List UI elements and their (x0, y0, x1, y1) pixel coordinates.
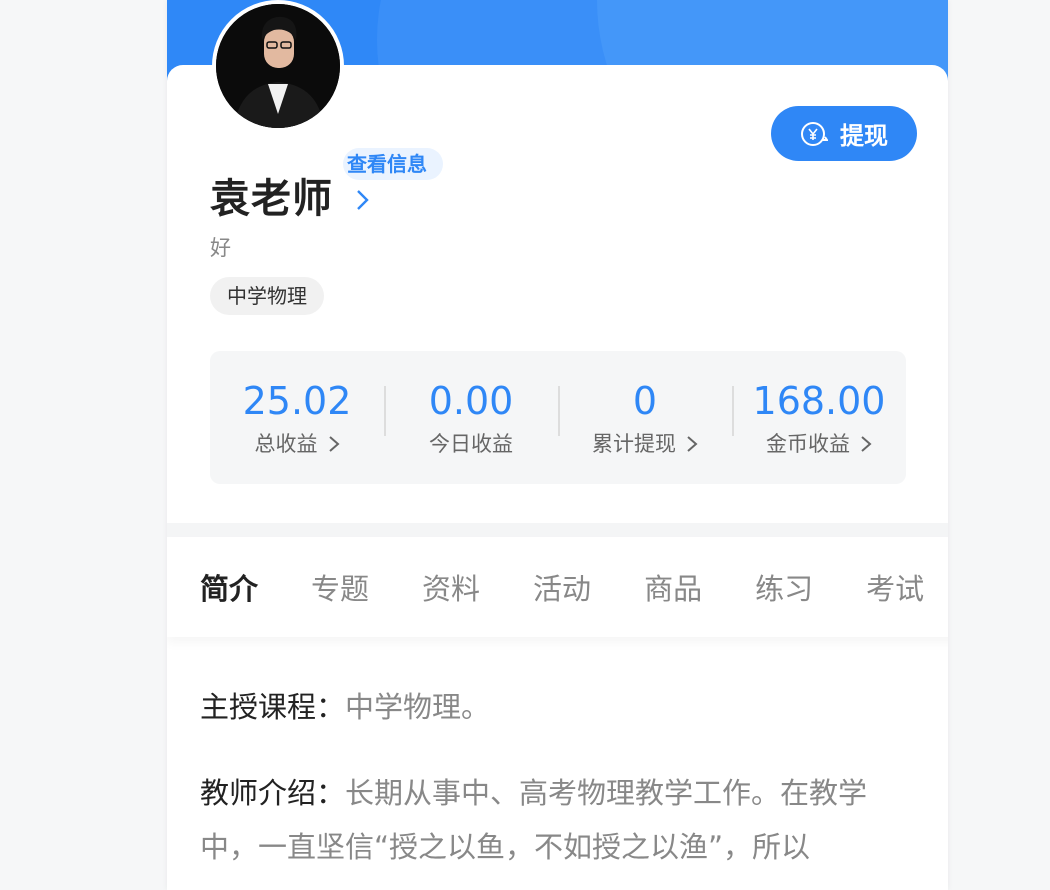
stat-coin-earnings[interactable]: 168.00 金币收益 (732, 378, 906, 458)
tab-topics[interactable]: 专题 (311, 566, 369, 608)
course-value: 中学物理。 (345, 690, 491, 724)
view-info-link[interactable]: 查看信息 (343, 148, 443, 180)
avatar[interactable] (212, 0, 344, 132)
withdraw-button[interactable]: 提现 (771, 106, 917, 161)
tab-practice[interactable]: 练习 (755, 566, 813, 608)
stat-total-earnings[interactable]: 25.02 总收益 (210, 378, 384, 458)
stat-value: 25.02 (242, 378, 352, 423)
yen-exchange-icon (800, 120, 829, 148)
stat-label: 金币收益 (766, 431, 850, 456)
tab-products[interactable]: 商品 (644, 566, 702, 608)
stat-value: 0 (632, 378, 658, 423)
profile-tabs: 简介 专题 资料 活动 商品 练习 考试 (167, 537, 948, 637)
chevron-right-icon (686, 434, 698, 452)
teacher-paragraph: 教师介绍：长期从事中、高考物理教学工作。在教学中，一直坚信“授之以鱼，不如授之以… (200, 766, 925, 874)
section-divider (167, 523, 948, 537)
stat-value: 168.00 (752, 378, 886, 423)
profile-screen: 提现 袁老师 查看信息 好 中学物理 25.02 总收益 0.00 今日收益 0… (167, 0, 948, 890)
tab-exams[interactable]: 考试 (866, 566, 924, 608)
tab-intro[interactable]: 简介 (200, 566, 258, 608)
tab-activities[interactable]: 活动 (533, 566, 591, 608)
stat-label: 累计提现 (592, 431, 676, 456)
earnings-stats: 25.02 总收益 0.00 今日收益 0 累计提现 168.00 金币收益 (210, 351, 906, 484)
teacher-bio: 好 (210, 236, 231, 260)
stat-label: 今日收益 (429, 431, 513, 456)
teacher-label: 教师介绍： (200, 776, 346, 810)
stat-value: 0.00 (428, 378, 514, 423)
course-label: 主授课程： (200, 690, 346, 724)
teacher-name: 袁老师 (210, 176, 333, 222)
intro-content: 主授课程：中学物理。 教师介绍：长期从事中、高考物理教学工作。在教学中，一直坚信… (200, 680, 925, 890)
subject-tag: 中学物理 (210, 277, 324, 315)
course-paragraph: 主授课程：中学物理。 (200, 680, 925, 734)
withdraw-label: 提现 (840, 122, 888, 150)
chevron-right-icon (328, 434, 340, 452)
tab-materials[interactable]: 资料 (422, 566, 480, 608)
chevron-right-icon (860, 434, 872, 452)
stat-label: 总收益 (254, 431, 318, 456)
stat-total-withdrawn[interactable]: 0 累计提现 (558, 378, 732, 458)
stat-today-earnings: 0.00 今日收益 (384, 378, 558, 458)
chevron-right-icon[interactable] (353, 188, 373, 212)
